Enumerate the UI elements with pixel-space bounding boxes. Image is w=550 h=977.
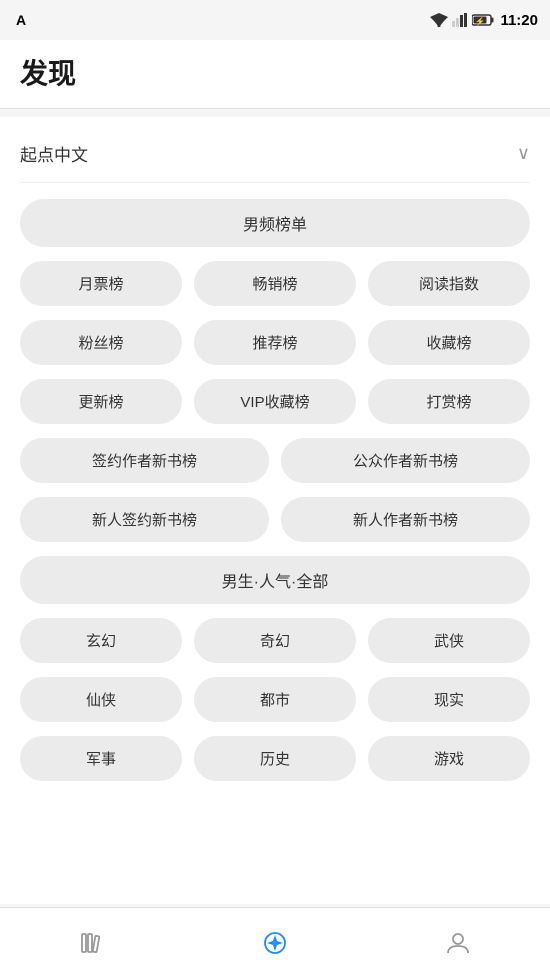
- recommend-rank-button[interactable]: 推荐榜: [194, 320, 356, 365]
- rank-row-4: 签约作者新书榜 公众作者新书榜: [20, 438, 530, 483]
- rank-row-3: 更新榜 VIP收藏榜 打赏榜: [20, 379, 530, 424]
- reward-rank-button[interactable]: 打赏榜: [368, 379, 530, 424]
- page-title: 发现: [20, 52, 530, 92]
- rank-row-2: 粉丝榜 推荐榜 收藏榜: [20, 320, 530, 365]
- fans-rank-button[interactable]: 粉丝榜: [20, 320, 182, 365]
- genre-row-3: 军事 历史 游戏: [20, 736, 530, 781]
- source-dropdown[interactable]: 起点中文 ∨: [20, 133, 530, 183]
- dushi-button[interactable]: 都市: [194, 677, 356, 722]
- male-list-full-btn[interactable]: 男频榜单: [20, 199, 530, 247]
- lishi-button[interactable]: 历史: [194, 736, 356, 781]
- xuanhuan-button[interactable]: 玄幻: [20, 618, 182, 663]
- status-left-icon: A: [16, 12, 26, 28]
- vip-collect-button[interactable]: VIP收藏榜: [194, 379, 356, 424]
- update-rank-button[interactable]: 更新榜: [20, 379, 182, 424]
- signal-icon: [452, 13, 468, 27]
- chevron-down-icon: ∨: [517, 143, 530, 164]
- popular-all-button[interactable]: 男生·人气·全部: [20, 556, 530, 604]
- status-right: ⚡ 11:20: [430, 12, 538, 29]
- svg-text:⚡: ⚡: [475, 16, 485, 26]
- genre-row-1: 玄幻 奇幻 武侠: [20, 618, 530, 663]
- qihuan-button[interactable]: 奇幻: [194, 618, 356, 663]
- monthly-ticket-button[interactable]: 月票榜: [20, 261, 182, 306]
- status-bar: A ⚡ 11:20: [0, 0, 550, 40]
- junshi-button[interactable]: 军事: [20, 736, 182, 781]
- profile-icon: [445, 930, 471, 956]
- signed-author-new-button[interactable]: 签约作者新书榜: [20, 438, 269, 483]
- battery-icon: ⚡: [472, 14, 494, 26]
- popular-all-btn-wrap[interactable]: 男生·人气·全部: [20, 556, 530, 604]
- bottom-nav: [0, 907, 550, 977]
- wifi-icon: [430, 13, 448, 27]
- xianshi-button[interactable]: 现实: [368, 677, 530, 722]
- header: 发现: [0, 40, 550, 109]
- bestseller-button[interactable]: 畅销榜: [194, 261, 356, 306]
- nav-item-discover[interactable]: [183, 908, 366, 977]
- status-time: 11:20: [500, 12, 538, 29]
- library-icon: [79, 930, 105, 956]
- nav-item-profile[interactable]: [367, 908, 550, 977]
- xianxia-button[interactable]: 仙侠: [20, 677, 182, 722]
- discover-icon: [262, 930, 288, 956]
- status-icons: ⚡: [430, 13, 494, 27]
- public-author-new-button[interactable]: 公众作者新书榜: [281, 438, 530, 483]
- new-signed-new-book-button[interactable]: 新人签约新书榜: [20, 497, 269, 542]
- nav-item-library[interactable]: [0, 908, 183, 977]
- male-list-button[interactable]: 男频榜单: [20, 199, 530, 247]
- collect-rank-button[interactable]: 收藏榜: [368, 320, 530, 365]
- reading-index-button[interactable]: 阅读指数: [368, 261, 530, 306]
- dropdown-label: 起点中文: [20, 141, 88, 166]
- genre-row-2: 仙侠 都市 现实: [20, 677, 530, 722]
- main-content: 起点中文 ∨ 男频榜单 月票榜 畅销榜 阅读指数 粉丝榜 推荐榜 收藏榜 更新榜…: [0, 117, 550, 904]
- rank-row-1: 月票榜 畅销榜 阅读指数: [20, 261, 530, 306]
- youxi-button[interactable]: 游戏: [368, 736, 530, 781]
- new-author-new-book-button[interactable]: 新人作者新书榜: [281, 497, 530, 542]
- rank-row-5: 新人签约新书榜 新人作者新书榜: [20, 497, 530, 542]
- wuxia-button[interactable]: 武侠: [368, 618, 530, 663]
